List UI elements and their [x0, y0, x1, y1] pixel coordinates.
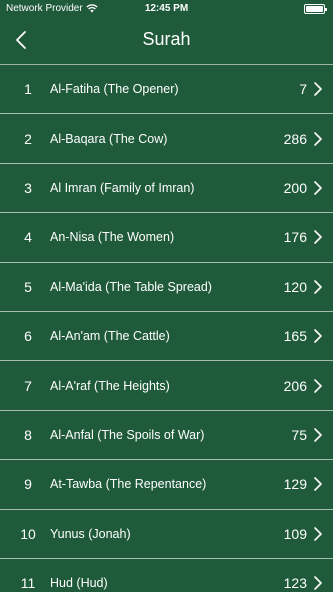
- surah-name: Al-Anfal (The Spoils of War): [50, 427, 205, 442]
- chevron-right-icon: [314, 279, 322, 294]
- chevron-right-icon: [314, 477, 322, 492]
- list-item[interactable]: 10 Yunus (Jonah) 109: [0, 510, 333, 559]
- surah-name: Al Imran (Family of Imran): [50, 180, 195, 195]
- chevron-right-icon: [314, 230, 322, 245]
- verse-count: 165: [283, 328, 307, 345]
- surah-number: 1: [24, 81, 32, 98]
- verse-count: 120: [283, 278, 307, 295]
- verse-count: 7: [299, 81, 307, 98]
- status-time: 12:45 PM: [144, 3, 189, 14]
- list-item[interactable]: 9 At-Tawba (The Repentance) 129: [0, 460, 333, 510]
- surah-number: 4: [24, 229, 32, 246]
- chevron-right-icon: [314, 526, 322, 541]
- verse-count: 75: [291, 426, 307, 443]
- verse-count: 123: [283, 575, 307, 592]
- list-item[interactable]: 6 Al-An'am (The Cattle) 165: [0, 312, 333, 362]
- chevron-right-icon: [314, 576, 322, 590]
- verse-count: 206: [283, 377, 307, 394]
- verse-count: 286: [283, 130, 307, 147]
- surah-name: Al-A'raf (The Heights): [50, 378, 170, 393]
- status-bar: Network Provider 12:45 PM: [0, 0, 333, 18]
- surah-number: 10: [20, 525, 36, 542]
- surah-name: Al-Baqara (The Cow): [50, 131, 168, 146]
- navigation-bar: Surah: [0, 18, 333, 65]
- surah-number: 7: [24, 377, 32, 394]
- chevron-right-icon: [314, 378, 322, 393]
- battery-icon: [304, 4, 327, 14]
- chevron-right-icon: [314, 181, 322, 195]
- verse-count: 176: [283, 229, 307, 246]
- list-item[interactable]: 8 Al-Anfal (The Spoils of War) 75: [0, 411, 333, 461]
- chevron-right-icon: [314, 329, 322, 343]
- surah-name: An-Nisa (The Women): [50, 230, 175, 245]
- surah-number: 11: [20, 575, 36, 592]
- verse-count: 200: [283, 179, 307, 196]
- surah-number: 3: [24, 179, 32, 196]
- chevron-right-icon: [314, 82, 322, 96]
- surah-name: Al-Ma'ida (The Table Spread): [50, 279, 212, 294]
- surah-name: Hud (Hud): [50, 576, 108, 591]
- battery-level: [306, 6, 323, 12]
- surah-number: 9: [24, 476, 32, 493]
- surah-number: 5: [24, 278, 32, 295]
- list-item[interactable]: 11 Hud (Hud) 123: [0, 559, 333, 592]
- list-item[interactable]: 3 Al Imran (Family of Imran) 200: [0, 164, 333, 214]
- verse-count: 109: [283, 525, 307, 542]
- surah-name: At-Tawba (The Repentance): [50, 477, 207, 492]
- list-item[interactable]: 2 Al-Baqara (The Cow) 286: [0, 114, 333, 164]
- chevron-right-icon: [314, 131, 322, 146]
- surah-name: Al-Fatiha (The Opener): [50, 82, 179, 97]
- verse-count: 129: [283, 476, 307, 493]
- surah-number: 6: [24, 328, 32, 345]
- page-title: Surah: [142, 29, 191, 49]
- surah-list: 1 Al-Fatiha (The Opener) 7 2 Al-Baqara (The …: [0, 65, 333, 592]
- list-item[interactable]: 5 Al-Ma'ida (The Table Spread) 120: [0, 263, 333, 312]
- list-item[interactable]: 7 Al-A'raf (The Heights) 206: [0, 361, 333, 411]
- surah-name: Al-An'am (The Cattle): [50, 329, 170, 344]
- surah-number: 2: [24, 130, 32, 147]
- status-right: [304, 4, 327, 14]
- surah-number: 8: [24, 426, 32, 443]
- chevron-right-icon: [314, 428, 322, 442]
- list-item[interactable]: 4 An-Nisa (The Women) 176: [0, 213, 333, 263]
- list-item[interactable]: 1 Al-Fatiha (The Opener) 7: [0, 65, 333, 115]
- surah-name: Yunus (Jonah): [50, 526, 131, 541]
